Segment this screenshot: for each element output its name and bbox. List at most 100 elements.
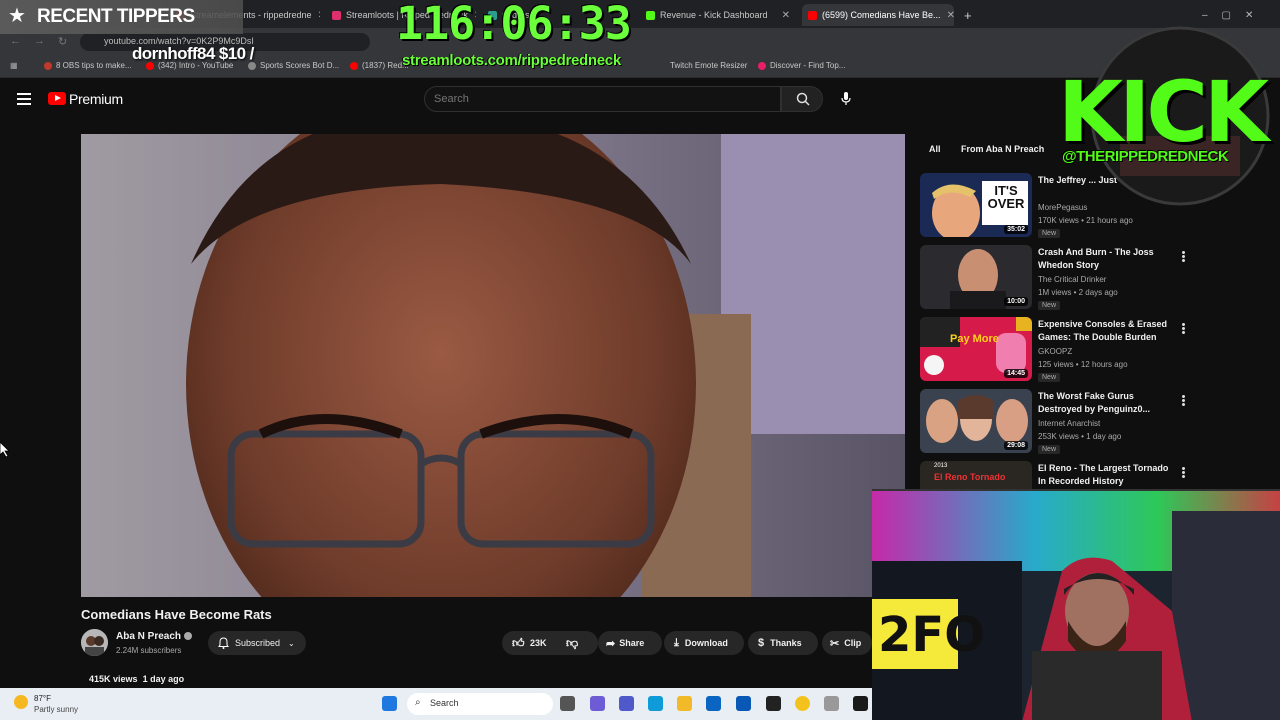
recommendation-channel[interactable]: MorePegasus	[1038, 203, 1087, 212]
download-button[interactable]: ⤓ Download	[664, 631, 744, 655]
microphone-icon[interactable]	[841, 92, 851, 106]
youtube-premium-label[interactable]: Premium	[69, 91, 123, 107]
clip-button[interactable]: ✂ Clip	[822, 631, 872, 655]
close-icon[interactable]: ✕	[776, 10, 790, 21]
bookmark-item[interactable]: Discover - Find Top...	[758, 61, 845, 70]
recommendation-channel[interactable]: Internet Anarchist	[1038, 419, 1100, 428]
reload-icon[interactable]: ↻	[58, 35, 67, 48]
like-count[interactable]: 23K	[530, 638, 547, 648]
youtube-logo-icon[interactable]	[48, 92, 66, 105]
apps-icon[interactable]: ▦	[10, 61, 18, 70]
more-options-icon[interactable]	[1182, 251, 1185, 262]
channel-avatar[interactable]	[81, 629, 108, 656]
recommendation-meta: 125 views • 12 hours ago	[1038, 360, 1128, 369]
subathon-timer: 116:06:33	[396, 0, 632, 50]
recommendation-channel[interactable]: GKOOPZ	[1038, 347, 1072, 356]
recommendation-item[interactable]: 2013 El Reno Tornado El Reno - The Large…	[920, 461, 1192, 489]
taskbar-search[interactable]: ⌕ Search	[407, 693, 553, 715]
close-icon[interactable]: ✕	[312, 10, 320, 21]
subscribed-button[interactable]: Subscribed ⌄	[208, 631, 306, 655]
app-icon[interactable]	[853, 696, 868, 711]
mouse-cursor-icon	[0, 442, 10, 458]
outlook-icon[interactable]	[736, 696, 751, 711]
video-title: Comedians Have Become Rats	[81, 607, 272, 622]
recommendation-thumbnail[interactable]: 10:00	[920, 245, 1032, 309]
search-input[interactable]	[424, 86, 781, 112]
bookmark-icon	[758, 61, 766, 70]
chevron-down-icon: ⌄	[288, 638, 295, 648]
recommendation-thumbnail[interactable]: Pay More 14:45	[920, 317, 1032, 381]
bookmark-label: 8 OBS tips to make...	[56, 61, 132, 70]
recommendation-title[interactable]: El Reno - The Largest Tornado In Recorde…	[1038, 462, 1174, 488]
more-options-icon[interactable]	[1182, 395, 1185, 406]
windows-start-icon[interactable]	[382, 696, 397, 711]
file-explorer-icon[interactable]	[677, 696, 692, 711]
back-icon[interactable]: ←	[10, 35, 21, 47]
verified-icon	[184, 632, 193, 641]
star-icon: ★	[8, 5, 26, 27]
recommendation-item[interactable]: 29:08 The Worst Fake Gurus Destroyed by …	[920, 389, 1192, 454]
search-icon: ⌕	[415, 697, 421, 708]
kick-handle: @THERIPPEDREDNECK	[1062, 148, 1229, 165]
tab-label: (6599) Comedians Have Be...	[822, 10, 941, 20]
bookmark-label: Discover - Find Top...	[770, 61, 846, 70]
new-tab-button[interactable]: +	[958, 4, 978, 26]
search-button[interactable]	[781, 86, 823, 112]
more-options-icon[interactable]	[1182, 323, 1185, 334]
video-frame	[81, 134, 905, 597]
dislike-icon[interactable]: 👎︎	[566, 636, 578, 651]
clip-label: Clip	[844, 638, 862, 648]
recommendation-title[interactable]: Crash And Burn - The Joss Whedon Story	[1038, 246, 1174, 272]
subscribed-label: Subscribed	[235, 638, 281, 648]
teams-icon[interactable]	[619, 696, 634, 711]
close-icon[interactable]: ✕	[941, 10, 954, 21]
weather-description[interactable]: Partly sunny	[34, 705, 78, 714]
recommendation-item[interactable]: Pay More 14:45 Expensive Consoles & Eras…	[920, 317, 1192, 382]
recommendation-thumbnail[interactable]: IT'S OVER 35:02	[920, 173, 1032, 237]
streamloots-url: streamloots.com/rippedredneck	[402, 52, 621, 69]
task-view-icon[interactable]	[560, 696, 575, 711]
edge-icon[interactable]	[648, 696, 663, 711]
more-options-icon[interactable]	[1182, 467, 1185, 478]
weather-icon[interactable]	[14, 695, 28, 709]
recommendation-channel[interactable]: The Critical Drinker	[1038, 275, 1106, 284]
channel-name[interactable]: Aba N Preach	[116, 631, 193, 642]
windows-taskbar: 87°F Partly sunny ⌕ Search	[0, 688, 872, 720]
weather-temperature[interactable]: 87°F	[34, 694, 51, 703]
recommendation-thumbnail[interactable]: 2013 El Reno Tornado	[920, 461, 1032, 489]
video-duration: 14:45	[1004, 369, 1028, 378]
bookmark-item[interactable]: Sports Scores Bot D...	[248, 61, 339, 70]
forward-icon[interactable]: →	[34, 35, 45, 47]
recommendation-title[interactable]: Expensive Consoles & Erased Games: The D…	[1038, 318, 1174, 344]
bell-icon	[218, 637, 229, 649]
bookmark-item[interactable]: Twitch Emote Resizer	[670, 61, 747, 70]
recent-tippers-banner: ★ RECENT TIPPERS	[0, 0, 243, 34]
share-button[interactable]: ➦ Share	[598, 631, 662, 655]
app-icon[interactable]	[824, 696, 839, 711]
menu-icon[interactable]	[17, 93, 31, 105]
search-icon	[796, 92, 810, 106]
thanks-button[interactable]: $ Thanks	[748, 631, 818, 655]
webcam-feed: 2FO	[872, 489, 1280, 720]
svg-text:2FO: 2FO	[878, 607, 985, 663]
recent-tipper-entry: dornhoff84 $10 /	[132, 44, 254, 63]
tab-youtube-active[interactable]: (6599) Comedians Have Be... ✕	[802, 4, 954, 26]
obs-icon[interactable]	[766, 696, 781, 711]
new-badge: New	[1038, 301, 1061, 310]
chip-all[interactable]: All	[921, 140, 949, 160]
thanks-icon: $	[758, 637, 765, 649]
chrome-icon[interactable]	[795, 696, 810, 711]
video-player[interactable]	[81, 134, 905, 597]
bookmark-item[interactable]: (1837) Red...	[350, 61, 409, 70]
copilot-icon[interactable]	[590, 696, 605, 711]
recommendation-title[interactable]: The Worst Fake Gurus Destroyed by Pengui…	[1038, 390, 1174, 416]
recommendation-thumbnail[interactable]: 29:08	[920, 389, 1032, 453]
store-icon[interactable]	[706, 696, 721, 711]
youtube-icon	[808, 10, 817, 20]
recommendation-meta: 170K views • 21 hours ago	[1038, 216, 1133, 225]
recommendation-item[interactable]: 10:00 Crash And Burn - The Joss Whedon S…	[920, 245, 1192, 310]
like-icon[interactable]: 👍︎	[512, 636, 525, 651]
chip-from-channel[interactable]: From Aba N Preach	[953, 140, 1052, 160]
bookmark-item[interactable]: 8 OBS tips to make...	[44, 61, 132, 70]
youtube-icon	[350, 61, 358, 70]
